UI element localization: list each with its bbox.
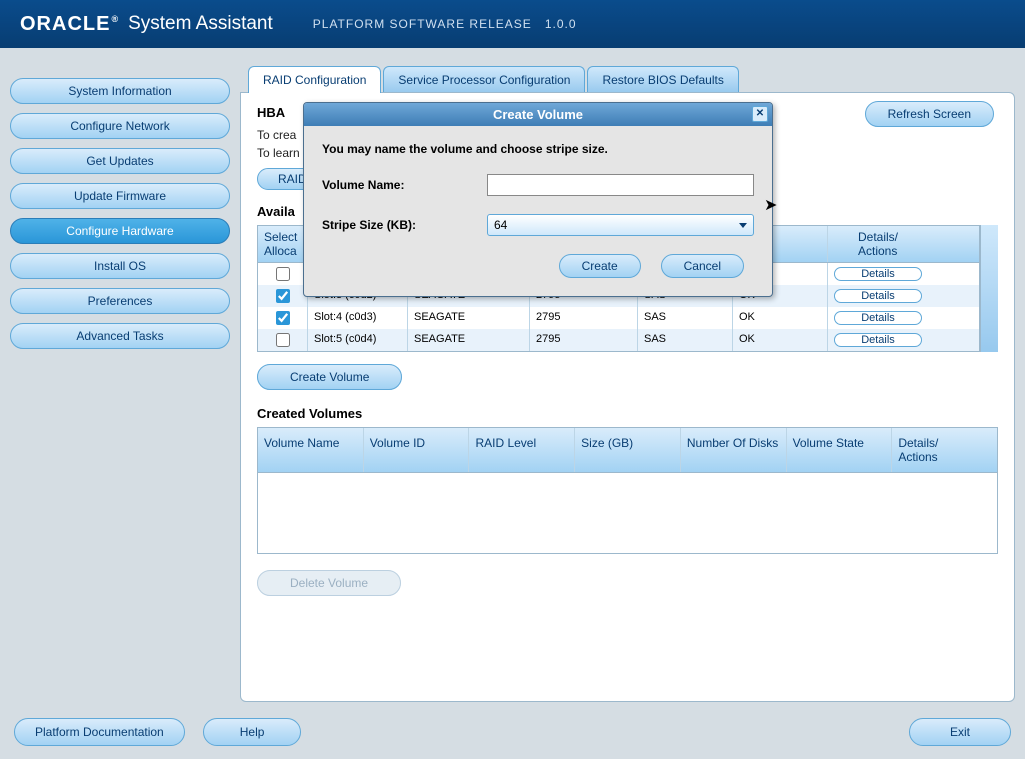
created-volumes-header-row: Volume Name Volume ID RAID Level Size (G… xyxy=(258,428,997,473)
exit-button[interactable]: Exit xyxy=(909,718,1011,746)
sidebar-item-install-os[interactable]: Install OS xyxy=(10,253,230,279)
volume-name-input[interactable] xyxy=(487,174,754,196)
disk-device: Slot:4 (c0d3) xyxy=(308,307,408,329)
col-alloc: Alloca xyxy=(264,244,297,258)
disk-select-checkbox[interactable] xyxy=(276,289,290,303)
release-label: PLATFORM SOFTWARE RELEASE 1.0.0 xyxy=(313,17,577,31)
close-icon[interactable]: ✕ xyxy=(752,106,768,122)
sidebar-item-update-firmware[interactable]: Update Firmware xyxy=(10,183,230,209)
disk-type: SAS xyxy=(638,307,733,329)
vol-col-raid: RAID Level xyxy=(469,428,575,472)
disk-size: 2795 xyxy=(530,307,638,329)
disk-details-button[interactable]: Details xyxy=(834,289,922,303)
sidebar: System Information Configure Network Get… xyxy=(0,48,240,704)
create-volume-dialog: Create Volume ✕ You may name the volume … xyxy=(303,102,773,297)
app-header: ORACLE System Assistant PLATFORM SOFTWAR… xyxy=(0,0,1025,48)
footer: Platform Documentation Help Exit xyxy=(0,704,1025,759)
created-volumes-table: Volume Name Volume ID RAID Level Size (G… xyxy=(257,427,998,554)
release-label-text: PLATFORM SOFTWARE RELEASE xyxy=(313,17,532,31)
disk-select-checkbox[interactable] xyxy=(276,267,290,281)
product-name: System Assistant xyxy=(128,13,273,35)
tab-bar: RAID Configuration Service Processor Con… xyxy=(248,66,1015,93)
col-select: Select xyxy=(264,230,297,244)
disk-details-button[interactable]: Details xyxy=(834,333,922,347)
table-row: Slot:4 (c0d3) SEAGATE 2795 SAS OK Detail… xyxy=(258,307,979,329)
disk-state: OK xyxy=(733,329,828,351)
vol-col-disks: Number Of Disks xyxy=(681,428,787,472)
create-volume-button[interactable]: Create Volume xyxy=(257,364,402,390)
sidebar-item-configure-network[interactable]: Configure Network xyxy=(10,113,230,139)
sidebar-item-configure-hardware[interactable]: Configure Hardware xyxy=(10,218,230,244)
sidebar-item-get-updates[interactable]: Get Updates xyxy=(10,148,230,174)
tab-raid-configuration[interactable]: RAID Configuration xyxy=(248,66,381,93)
delete-volume-button: Delete Volume xyxy=(257,570,401,596)
col-details: Details/ Actions xyxy=(828,226,928,262)
release-version: 1.0.0 xyxy=(545,17,577,31)
tab-restore-bios-defaults[interactable]: Restore BIOS Defaults xyxy=(587,66,738,93)
disk-vendor: SEAGATE xyxy=(408,307,530,329)
vol-col-details: Details/ Actions xyxy=(892,428,997,472)
dialog-title-bar[interactable]: Create Volume ✕ xyxy=(304,103,772,126)
vol-col-size: Size (GB) xyxy=(575,428,681,472)
vol-col-state: Volume State xyxy=(787,428,893,472)
refresh-screen-button[interactable]: Refresh Screen xyxy=(865,101,994,127)
volume-name-label: Volume Name: xyxy=(322,178,487,192)
sidebar-item-advanced-tasks[interactable]: Advanced Tasks xyxy=(10,323,230,349)
create-button[interactable]: Create xyxy=(559,254,641,278)
stripe-size-value: 64 xyxy=(494,218,507,232)
stripe-size-label: Stripe Size (KB): xyxy=(322,218,487,232)
dialog-title: Create Volume xyxy=(493,107,583,122)
disk-size: 2795 xyxy=(530,329,638,351)
vol-col-name: Volume Name xyxy=(258,428,364,472)
dialog-prompt: You may name the volume and choose strip… xyxy=(322,142,754,156)
dialog-body: You may name the volume and choose strip… xyxy=(304,126,772,296)
help-button[interactable]: Help xyxy=(203,718,302,746)
disk-type: SAS xyxy=(638,329,733,351)
tab-service-processor-configuration[interactable]: Service Processor Configuration xyxy=(383,66,585,93)
chevron-down-icon xyxy=(739,223,747,228)
disk-device: Slot:5 (c0d4) xyxy=(308,329,408,351)
sidebar-item-system-information[interactable]: System Information xyxy=(10,78,230,104)
cancel-button[interactable]: Cancel xyxy=(661,254,744,278)
created-volumes-body xyxy=(258,473,997,553)
disk-state: OK xyxy=(733,307,828,329)
brand-logo: ORACLE xyxy=(20,13,118,36)
disk-select-checkbox[interactable] xyxy=(276,333,290,347)
table-scrollbar[interactable] xyxy=(980,225,998,352)
platform-documentation-button[interactable]: Platform Documentation xyxy=(14,718,185,746)
vol-col-id: Volume ID xyxy=(364,428,470,472)
disk-vendor: SEAGATE xyxy=(408,329,530,351)
sidebar-item-preferences[interactable]: Preferences xyxy=(10,288,230,314)
table-row: Slot:5 (c0d4) SEAGATE 2795 SAS OK Detail… xyxy=(258,329,979,351)
disk-details-button[interactable]: Details xyxy=(834,267,922,281)
disk-select-checkbox[interactable] xyxy=(276,311,290,325)
stripe-size-select[interactable]: 64 xyxy=(487,214,754,236)
disk-details-button[interactable]: Details xyxy=(834,311,922,325)
created-volumes-header: Created Volumes xyxy=(257,406,998,421)
